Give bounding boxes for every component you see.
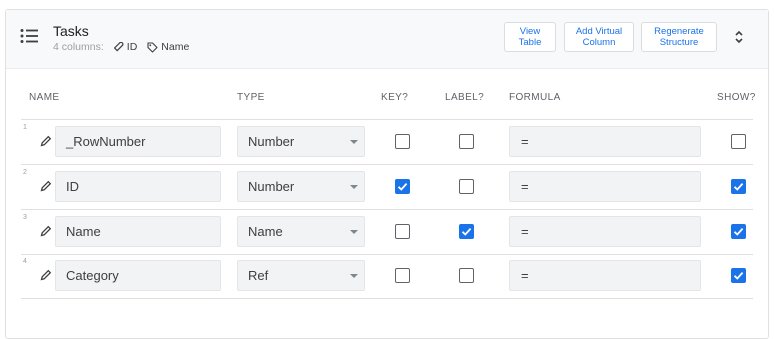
- column-type-value: Name: [248, 224, 283, 239]
- list-icon: [20, 29, 38, 43]
- column-name-input[interactable]: Category: [55, 260, 221, 291]
- column-type-select[interactable]: Number: [237, 126, 365, 157]
- formula-value: =: [521, 179, 529, 194]
- column-header-key: KEY?: [381, 92, 409, 103]
- pencil-icon[interactable]: [40, 269, 52, 281]
- column-name-input[interactable]: ID: [55, 171, 221, 202]
- column-type-value: Number: [248, 134, 295, 149]
- column-type-select[interactable]: Ref: [237, 260, 365, 291]
- show-checkbox[interactable]: [731, 179, 746, 194]
- tag-icon: [147, 41, 158, 53]
- pencil-icon[interactable]: [40, 225, 52, 237]
- column-type-value: Number: [248, 179, 295, 194]
- view-table-label-line1: View: [519, 26, 541, 37]
- formula-value: =: [521, 134, 529, 149]
- table-header: Tasks 4 columns: ID Name View Table Add …: [6, 10, 768, 69]
- column-header-name: NAME: [29, 92, 60, 103]
- checkmark-icon: [733, 227, 744, 236]
- column-type-select[interactable]: Name: [237, 216, 365, 247]
- checkmark-icon: [397, 182, 408, 191]
- column-count: 4 columns:: [53, 41, 104, 53]
- formula-input[interactable]: =: [509, 126, 701, 157]
- show-checkbox[interactable]: [731, 268, 746, 283]
- checkmark-icon: [461, 227, 472, 236]
- table-subtitle: 4 columns: ID Name: [53, 41, 189, 53]
- key-checkbox[interactable]: [395, 134, 410, 149]
- table-row: 1 _RowNumber Number =: [21, 120, 753, 165]
- label-checkbox[interactable]: [459, 268, 474, 283]
- regenerate-structure-button[interactable]: Regenerate Structure: [641, 22, 717, 52]
- row-number: 4: [23, 258, 27, 265]
- key-icon: [113, 42, 124, 52]
- caret-down-icon: [350, 140, 358, 144]
- pencil-icon[interactable]: [40, 180, 52, 192]
- key-checkbox[interactable]: [395, 224, 410, 239]
- column-header-show: SHOW?: [717, 92, 756, 103]
- label-column-meta: Name: [147, 41, 189, 53]
- regenerate-structure-label-line2: Structure: [659, 37, 699, 48]
- caret-down-icon: [350, 185, 358, 189]
- formula-input[interactable]: =: [509, 171, 701, 202]
- row-divider: [21, 298, 753, 299]
- table-row: 4 Category Ref =: [21, 254, 753, 299]
- table-card: Tasks 4 columns: ID Name View Table Add …: [5, 9, 769, 339]
- key-column-meta: ID: [113, 41, 138, 53]
- caret-down-icon: [350, 230, 358, 234]
- unfold-icon[interactable]: [732, 28, 746, 46]
- label-checkbox[interactable]: [459, 179, 474, 194]
- column-header-formula: FORMULA: [509, 92, 561, 103]
- column-name-value: Category: [66, 268, 119, 283]
- key-column-name: ID: [126, 41, 138, 53]
- label-checkbox[interactable]: [459, 224, 474, 239]
- row-number: 1: [23, 124, 27, 131]
- column-name-value: _RowNumber: [66, 134, 146, 149]
- view-table-button[interactable]: View Table: [504, 22, 556, 52]
- show-checkbox[interactable]: [731, 134, 746, 149]
- column-name-value: ID: [66, 179, 79, 194]
- key-checkbox[interactable]: [395, 179, 410, 194]
- table-title: Tasks: [53, 23, 89, 39]
- row-number: 3: [23, 214, 27, 221]
- column-name-input[interactable]: _RowNumber: [55, 126, 221, 157]
- add-virtual-column-label-line2: Column: [582, 37, 616, 48]
- column-type-value: Ref: [248, 268, 269, 283]
- checkmark-icon: [733, 271, 744, 280]
- pencil-icon[interactable]: [40, 135, 52, 147]
- table-row: 2 ID Number =: [21, 165, 753, 210]
- formula-input[interactable]: =: [509, 216, 701, 247]
- view-table-label-line2: Table: [518, 37, 542, 48]
- regenerate-structure-label-line1: Regenerate: [654, 26, 704, 37]
- add-virtual-column-label-line1: Add Virtual: [575, 26, 623, 37]
- add-virtual-column-button[interactable]: Add Virtual Column: [564, 22, 634, 52]
- formula-value: =: [521, 224, 529, 239]
- table-row: 3 Name Name =: [21, 210, 753, 255]
- formula-value: =: [521, 268, 529, 283]
- show-checkbox[interactable]: [731, 224, 746, 239]
- column-header-type: TYPE: [237, 92, 265, 103]
- column-header-label: LABEL?: [445, 92, 485, 103]
- formula-input[interactable]: =: [509, 260, 701, 291]
- column-type-select[interactable]: Number: [237, 171, 365, 202]
- label-column-name: Name: [161, 41, 190, 53]
- caret-down-icon: [350, 274, 358, 278]
- key-checkbox[interactable]: [395, 268, 410, 283]
- row-number: 2: [23, 169, 27, 176]
- checkmark-icon: [733, 182, 744, 191]
- column-name-value: Name: [66, 224, 101, 239]
- column-name-input[interactable]: Name: [55, 216, 221, 247]
- label-checkbox[interactable]: [459, 134, 474, 149]
